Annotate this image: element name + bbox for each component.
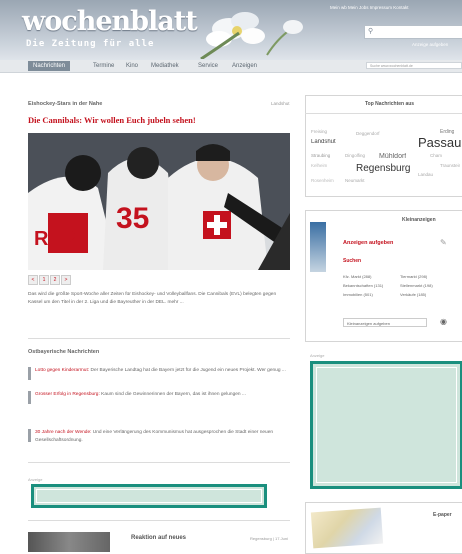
pencil-icon[interactable]: ✎ bbox=[440, 238, 447, 247]
city-tag[interactable]: Landshut bbox=[311, 139, 336, 145]
city-tag[interactable]: Neumarkt bbox=[345, 178, 365, 183]
city-tag[interactable]: Mühldorf bbox=[379, 153, 406, 160]
header-search-input[interactable] bbox=[364, 25, 462, 39]
nav-item-termine[interactable]: Termine bbox=[88, 61, 119, 71]
nav-item-kino[interactable]: Kino bbox=[121, 61, 143, 71]
city-tag[interactable]: Kelheim bbox=[311, 163, 327, 168]
city-tag[interactable]: Landau bbox=[418, 172, 433, 177]
divider bbox=[28, 520, 290, 521]
sidebar-ad-placeholder[interactable] bbox=[310, 361, 462, 489]
header-top-links[interactable]: Mein wb Mein Jobs Impressum Kontakt bbox=[330, 5, 409, 10]
video-thumbnail[interactable] bbox=[28, 532, 110, 552]
classifieds-submit-button[interactable]: Kleinanzeigen aufgeben bbox=[343, 318, 427, 327]
article-teaser: Das wird die größte Sport-Woche aller Ze… bbox=[28, 292, 277, 305]
news-item[interactable]: Grosser Erfolg in Regensburg: Kaum sind … bbox=[28, 391, 290, 404]
classifieds-category[interactable]: Immobilien (501) bbox=[343, 292, 373, 297]
video-title[interactable]: Reaktion auf neues bbox=[131, 535, 186, 541]
flower-illustration bbox=[200, 12, 303, 59]
news-item-lead[interactable]: Grosser Erfolg in Regensburg: bbox=[35, 392, 100, 397]
slider-next-button[interactable]: > bbox=[61, 275, 71, 285]
news-bullet bbox=[28, 391, 31, 404]
city-tag[interactable]: Freising bbox=[311, 129, 327, 134]
news-item[interactable]: 30 Jahre nach der Wende: Und eine Verlän… bbox=[28, 429, 290, 444]
ad-label: Anzeige bbox=[28, 477, 43, 482]
eye-icon[interactable]: ◉ bbox=[440, 317, 447, 326]
news-item-text: Der Bayerische Landtag hat die Bayern je… bbox=[89, 368, 286, 373]
news-item-lead[interactable]: Lotto gegen Kinderarmut: bbox=[35, 368, 89, 373]
search-icon[interactable]: ⚲ bbox=[368, 27, 373, 35]
article-photo[interactable]: RERI 35 bbox=[28, 133, 290, 270]
nav-search-input[interactable]: Suche www.wochenblatt.de bbox=[366, 62, 462, 69]
video-meta: Regensburg | 17.Juni bbox=[250, 536, 288, 541]
classifieds-title: Kleinanzeigen bbox=[402, 217, 436, 223]
news-item-text: Kaum sind die Gewinnerinnen der Bayern, … bbox=[99, 392, 246, 397]
city-tag[interactable]: Straubing bbox=[311, 153, 330, 158]
epaper-title: E-paper bbox=[433, 512, 452, 518]
divider bbox=[28, 462, 290, 463]
divider bbox=[305, 113, 462, 114]
classifieds-category[interactable]: Stellenmarkt (198) bbox=[400, 283, 433, 288]
news-bullet bbox=[28, 367, 31, 380]
photo-slider-controls: < 1 2 > bbox=[28, 275, 290, 285]
site-logo[interactable]: wochenblatt bbox=[22, 6, 198, 37]
news-item[interactable]: Lotto gegen Kinderarmut: Der Bayerische … bbox=[28, 367, 290, 380]
city-tag[interactable]: Erding bbox=[440, 129, 454, 135]
classifieds-category[interactable]: Tiermarkt (298) bbox=[400, 274, 427, 279]
nav-item-mediathek[interactable]: Mediathek bbox=[146, 61, 184, 71]
news-item-lead[interactable]: 30 Jahre nach der Wende: bbox=[35, 430, 91, 435]
nav-item-service[interactable]: Service bbox=[193, 61, 223, 71]
svg-text:35: 35 bbox=[116, 202, 149, 235]
article-kicker: Eishockey-Stars in der Nahe bbox=[28, 101, 103, 107]
city-tag[interactable]: Cham bbox=[430, 153, 442, 158]
ad-banner-placeholder[interactable] bbox=[31, 484, 267, 508]
sidebar-ad-label: Anzeige bbox=[310, 353, 325, 358]
article-location: Landshut bbox=[271, 101, 290, 106]
top-news-title: Top Nachrichten aus bbox=[365, 101, 415, 107]
header-link[interactable]: Anzeige aufgeben bbox=[412, 42, 448, 47]
classifieds-search-label: Suchen bbox=[343, 258, 362, 264]
slider-page-1[interactable]: 1 bbox=[39, 275, 49, 285]
city-tag[interactable]: Traunstein bbox=[440, 163, 460, 168]
epaper-thumbnail[interactable] bbox=[310, 507, 384, 549]
classifieds-image bbox=[310, 222, 326, 272]
nav-item-anzeigen[interactable]: Anzeigen bbox=[227, 61, 262, 71]
city-tag[interactable]: Passau bbox=[418, 135, 461, 150]
news-section-title: Ostbayerische Nachrichten bbox=[28, 349, 100, 355]
city-tag[interactable]: Deggendorf bbox=[356, 131, 380, 136]
hockey-players-illustration: RERI 35 bbox=[28, 133, 290, 270]
slider-prev-button[interactable]: < bbox=[28, 275, 38, 285]
site-slogan: Die Zeitung für alle bbox=[26, 39, 155, 49]
classifieds-category[interactable]: Kfz. Markt (288) bbox=[343, 274, 371, 279]
news-bullet bbox=[28, 429, 31, 442]
city-tag[interactable]: Dingolfing bbox=[345, 153, 365, 158]
article-headline[interactable]: Die Cannibals: Wir wollen Euch jubeln se… bbox=[28, 115, 196, 125]
classifieds-link[interactable]: Anzeigen aufgeben bbox=[343, 240, 393, 246]
classifieds-category[interactable]: Verkäufe (185) bbox=[400, 292, 426, 297]
city-tag[interactable]: Rosenheim bbox=[311, 178, 334, 183]
svg-text:RERI: RERI bbox=[34, 228, 82, 250]
nav-item-nachrichten[interactable]: Nachrichten bbox=[28, 61, 71, 71]
city-tag[interactable]: Regensburg bbox=[356, 163, 410, 174]
divider bbox=[28, 338, 290, 339]
slider-page-2[interactable]: 2 bbox=[50, 275, 60, 285]
classifieds-category[interactable]: Bekanntschaften (131) bbox=[343, 283, 383, 288]
